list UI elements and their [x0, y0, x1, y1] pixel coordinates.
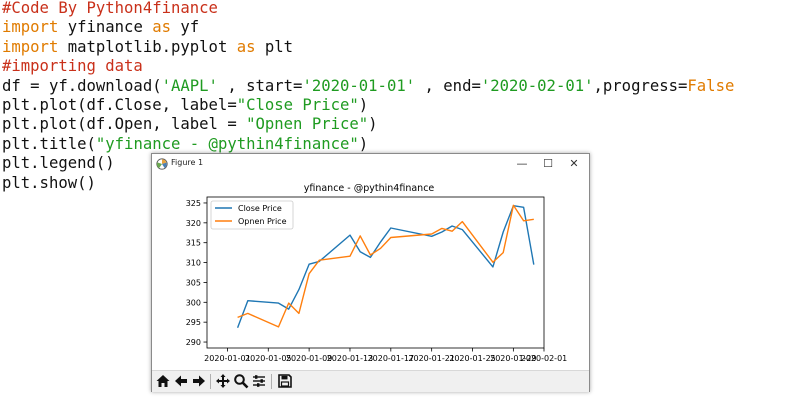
code-text: , end= [415, 76, 481, 95]
code-text: ,progress= [593, 76, 688, 95]
code-text: yfinance [58, 18, 153, 37]
code-comment: #importing data [2, 57, 143, 76]
x-tick-label: 2020-01-01 [204, 354, 251, 363]
x-tick-label: 2020-02-01 [521, 354, 568, 363]
code-line-6: plt.plot(df.Close, label="Close Price") [2, 96, 734, 115]
code-comment: #Code By Python4finance [2, 0, 218, 17]
line-chart: yfinance - @pythin4finance 290 295 300 305 3… [186, 183, 568, 363]
y-tick-label: 305 [186, 278, 201, 287]
maximize-button[interactable]: ☐ [534, 155, 562, 173]
code-line-1: #Code By Python4finance [2, 0, 734, 18]
code-keyword: import [2, 18, 59, 37]
y-tick-label: 320 [186, 219, 201, 228]
save-icon[interactable] [277, 373, 293, 389]
y-tick-label: 295 [186, 318, 201, 327]
code-text: df = yf.download( [2, 76, 162, 95]
code-line-7: plt.plot(df.Open, label = "Opnen Price") [2, 115, 734, 134]
navigation-toolbar [152, 370, 589, 392]
code-string: '2020-01-01' [302, 76, 416, 95]
y-tick-label: 300 [186, 298, 201, 307]
home-icon[interactable] [155, 373, 171, 389]
code-text: plt.plot(df.Close, label= [2, 95, 237, 114]
code-line-8: plt.title("yfinance - @pythin4finance") [2, 135, 734, 154]
close-button[interactable]: ✕ [560, 155, 588, 173]
back-arrow-icon[interactable] [173, 373, 189, 389]
legend-label-close: Close Price [238, 204, 282, 213]
code-string: "yfinance - @pythin4finance" [95, 134, 359, 153]
chart-title: yfinance - @pythin4finance [304, 183, 435, 194]
code-text: plt.title( [2, 134, 96, 153]
code-text: , start= [217, 76, 303, 95]
code-keyword: as [152, 18, 172, 37]
code-text: plt.show() [2, 173, 96, 192]
legend: Close Price Opnen Price [210, 200, 294, 230]
code-text: plt.legend() [2, 154, 115, 173]
code-string: "Opnen Price" [246, 115, 369, 134]
toolbar-separator [271, 374, 272, 389]
zoom-icon[interactable] [233, 373, 249, 389]
code-line-5: df = yf.download('AAPL' , start='2020-01… [2, 77, 734, 96]
y-tick-label: 310 [186, 259, 201, 268]
code-text: plt.plot(df.Open, label = [2, 115, 247, 134]
window-title: Figure 1 [171, 158, 204, 167]
code-string: 'AAPL' [161, 76, 218, 95]
x-tick-label: 2020-01-05 [245, 354, 291, 363]
x-tick-label: 2020-01-09 [286, 354, 333, 363]
code-text: ) [368, 115, 378, 134]
plot-canvas[interactable]: yfinance - @pythin4finance 290 295 300 305 3… [152, 174, 589, 370]
minimize-button[interactable]: — [508, 155, 536, 173]
x-tick-label: 2020-01-17 [368, 354, 415, 363]
window-titlebar[interactable]: Figure 1 — ☐ ✕ [152, 154, 589, 174]
code-keyword: False [687, 76, 735, 95]
x-axis: 2020-01-012020-01-052020-01-092020-01-13… [204, 348, 567, 363]
code-line-3: import matplotlib.pyplot as plt [2, 38, 734, 57]
y-tick-label: 290 [186, 338, 201, 347]
configure-subplots-icon[interactable] [251, 373, 267, 389]
forward-arrow-icon[interactable] [191, 373, 207, 389]
code-line-2: import yfinance as yf [2, 18, 734, 37]
y-tick-label: 315 [186, 239, 201, 248]
toolbar-separator [210, 374, 211, 389]
legend-label-open: Opnen Price [238, 217, 287, 226]
figure-window: Figure 1 — ☐ ✕ yfinance - @pythin4financ… [151, 153, 590, 392]
code-text: matplotlib.pyplot [58, 37, 237, 56]
code-keyword: as [236, 37, 256, 56]
pan-icon[interactable] [215, 373, 231, 389]
code-keyword: import [2, 37, 59, 56]
code-line-4: #importing data [2, 57, 734, 76]
x-tick-label: 2020-01-13 [327, 354, 374, 363]
code-text: ) [358, 134, 369, 153]
y-tick-label: 325 [186, 199, 201, 208]
x-tick-label: 2020-01-25 [449, 354, 496, 363]
matplotlib-logo-icon [156, 158, 168, 170]
code-string: "Close Price" [236, 95, 359, 114]
code-text: plt [255, 37, 294, 56]
code-text: yf [171, 18, 200, 37]
code-text: ) [358, 95, 369, 114]
code-string: '2020-02-01' [480, 76, 594, 95]
x-tick-label: 2020-01-21 [408, 354, 455, 363]
y-axis: 290 295 300 305 310 315 320 325 [186, 199, 207, 347]
